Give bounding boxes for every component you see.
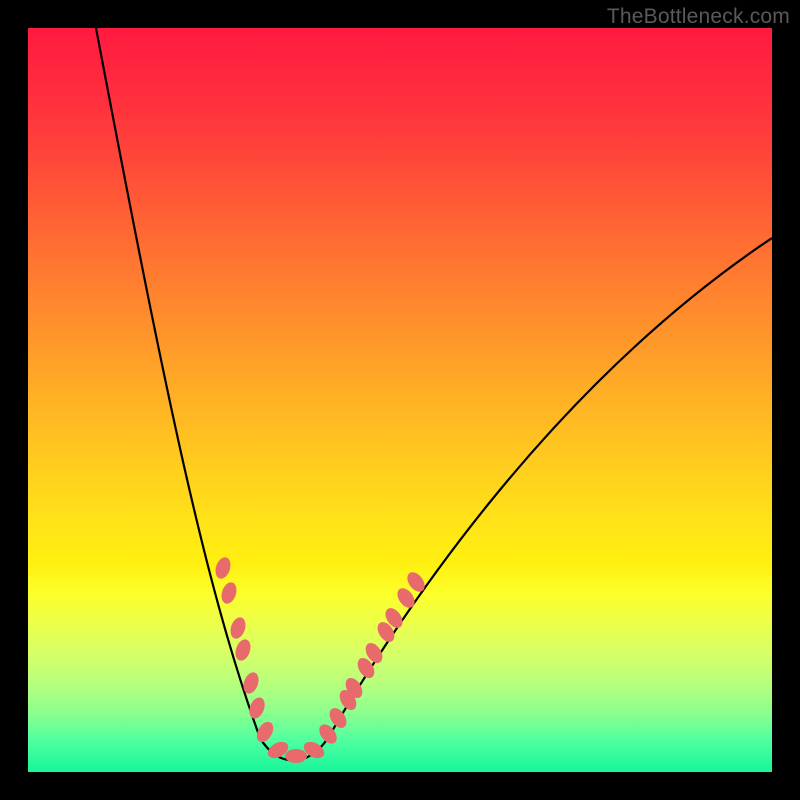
curve-marker xyxy=(233,637,253,662)
chart-frame xyxy=(28,28,772,772)
watermark-text: TheBottleneck.com xyxy=(607,5,790,29)
curve-marker xyxy=(213,555,233,580)
marker-group xyxy=(213,555,428,763)
curve-marker xyxy=(219,580,239,605)
curve-marker xyxy=(228,615,248,640)
curve-marker xyxy=(285,749,307,763)
bottleneck-curve xyxy=(96,28,772,761)
bottleneck-plot xyxy=(28,28,772,772)
